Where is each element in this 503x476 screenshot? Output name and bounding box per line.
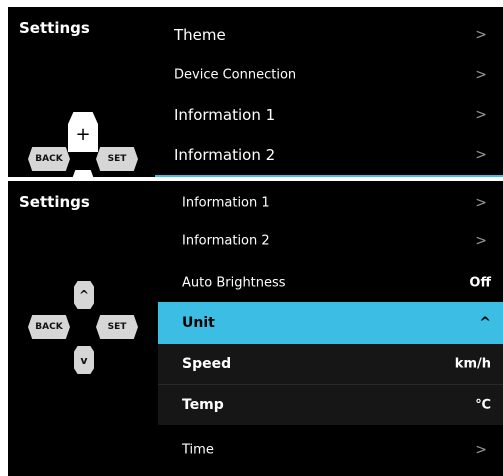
- menu-item-unit[interactable]: Unit ^: [158, 302, 503, 344]
- menu-item-label: Time: [182, 442, 214, 458]
- temp-unit-value: ℃: [475, 397, 491, 413]
- menu-item-information-2[interactable]: Information 2 >: [158, 142, 503, 168]
- plus-icon: +: [75, 123, 91, 145]
- speed-unit-value: km/h: [454, 356, 491, 372]
- menu-item-label: Auto Brightness: [182, 275, 286, 291]
- page-title: Settings: [19, 193, 90, 211]
- page-title: Settings: [19, 19, 90, 37]
- down-button[interactable]: v: [74, 346, 94, 374]
- menu-item-label: Information 1: [182, 195, 270, 211]
- settings-panel-bottom: Settings ^ BACK SET v Information 1 > In…: [8, 181, 503, 476]
- menu-item-device-connection[interactable]: Device Connection >: [158, 63, 503, 87]
- submenu-item-temp[interactable]: Temp ℃: [158, 385, 503, 425]
- down-button-partial[interactable]: [72, 170, 94, 177]
- menu-item-label: Information 2: [174, 146, 276, 164]
- chevron-right-icon: >: [475, 195, 487, 211]
- menu-item-label: Device Connection: [174, 67, 297, 83]
- chevron-right-icon: >: [475, 442, 487, 458]
- plus-button[interactable]: +: [68, 112, 98, 152]
- menu-item-time[interactable]: Time >: [158, 431, 503, 469]
- menu-item-label: Speed: [182, 356, 232, 372]
- menu-item-information-1[interactable]: Information 1 >: [158, 190, 503, 216]
- back-button[interactable]: BACK: [28, 147, 70, 171]
- set-button[interactable]: SET: [96, 315, 138, 339]
- settings-panel-top: Settings + BACK SET Theme > Device Conne…: [8, 7, 503, 177]
- chevron-up-icon: ^: [479, 315, 491, 331]
- menu-item-information-2[interactable]: Information 2 >: [158, 228, 503, 254]
- menu-item-label: Information 1: [174, 106, 276, 124]
- auto-brightness-value: Off: [469, 275, 491, 291]
- up-button[interactable]: ^: [74, 281, 94, 309]
- chevron-up-icon: ^: [78, 288, 90, 302]
- set-button[interactable]: SET: [96, 147, 138, 171]
- submenu-item-speed[interactable]: Speed km/h: [158, 344, 503, 385]
- menu-item-label: Theme: [174, 26, 226, 44]
- chevron-right-icon: >: [475, 233, 487, 249]
- chevron-right-icon: >: [475, 27, 487, 43]
- chevron-right-icon: >: [475, 67, 487, 83]
- chevron-right-icon: >: [475, 107, 487, 123]
- chevron-right-icon: >: [475, 147, 487, 163]
- back-button[interactable]: BACK: [28, 315, 70, 339]
- menu-item-label: Temp: [182, 397, 224, 413]
- menu-item-label: Unit: [182, 315, 215, 331]
- menu-item-auto-brightness[interactable]: Auto Brightness Off: [158, 270, 503, 296]
- chevron-down-icon: v: [80, 353, 88, 367]
- scroll-indicator: [155, 175, 503, 177]
- menu-item-label: Information 2: [182, 233, 270, 249]
- menu-item-theme[interactable]: Theme >: [158, 22, 503, 48]
- menu-item-information-1[interactable]: Information 1 >: [158, 102, 503, 128]
